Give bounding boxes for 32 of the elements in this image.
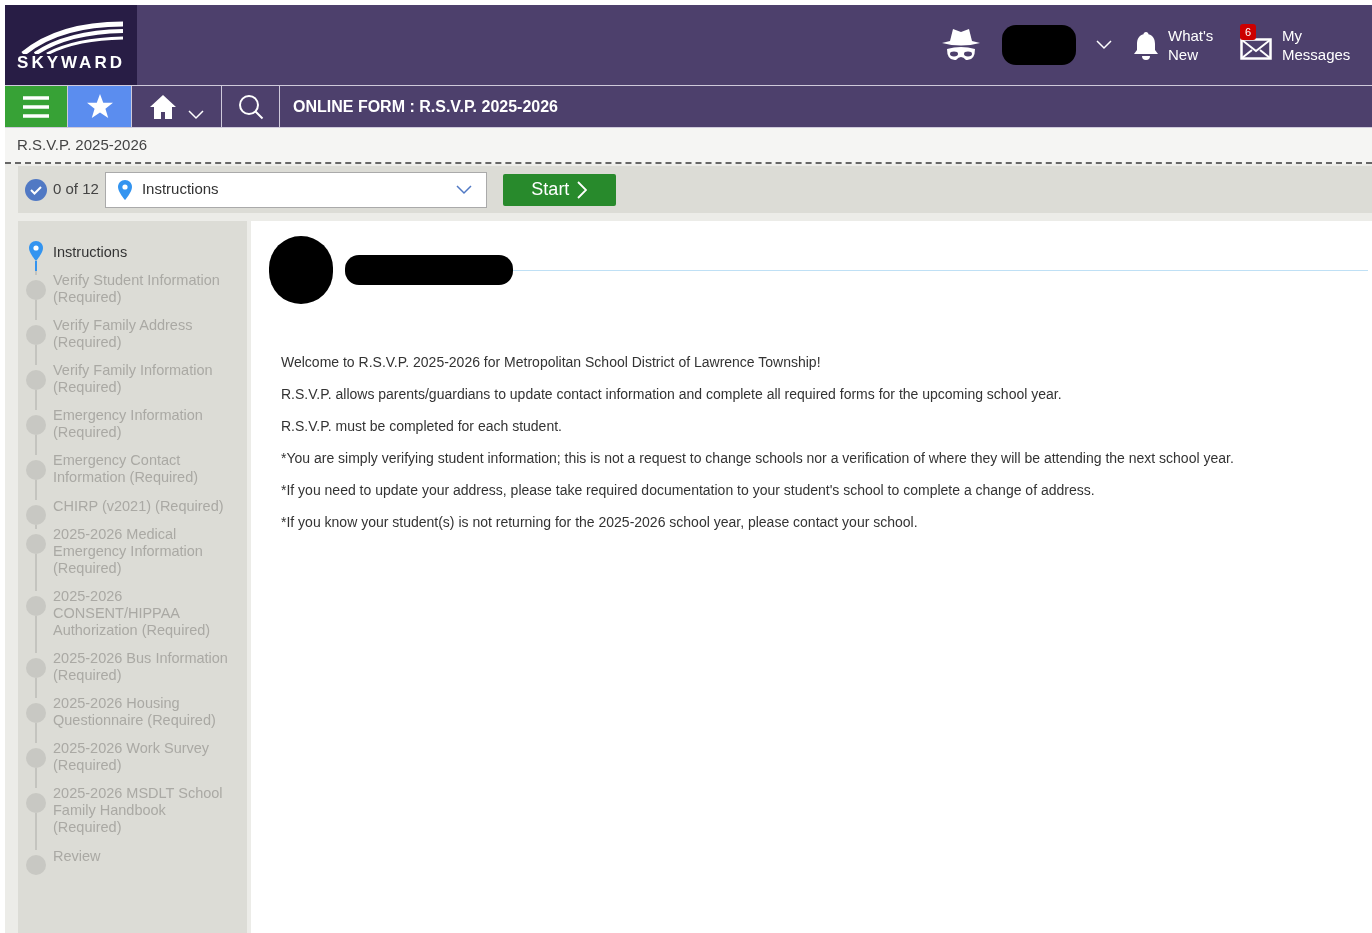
bell-icon[interactable] bbox=[1132, 30, 1160, 60]
chevron-down-icon[interactable] bbox=[1096, 40, 1112, 50]
location-pin-icon bbox=[117, 179, 132, 200]
home-icon bbox=[149, 93, 176, 120]
chevron-down-icon bbox=[187, 109, 204, 120]
paragraph: *If you know your student(s) is not returning for the 2025-2026 school year, please contact your school. bbox=[281, 513, 919, 532]
favorites-button[interactable] bbox=[68, 86, 132, 127]
start-button[interactable]: Start bbox=[502, 173, 616, 206]
paragraph: *If you need to update your address, please take required documentation to your student's school to complete a change of address. bbox=[281, 481, 1096, 500]
check-circle-icon bbox=[25, 178, 47, 201]
envelope-icon[interactable] bbox=[1240, 38, 1272, 60]
page-title: ONLINE FORM : R.S.V.P. 2025-2026 bbox=[292, 96, 558, 117]
whats-new-link[interactable]: What's New bbox=[1168, 26, 1220, 64]
progress-count: 0 of 12 bbox=[53, 179, 99, 200]
step-select[interactable]: Instructions bbox=[104, 171, 487, 208]
logo[interactable]: SKYWARD bbox=[5, 5, 137, 85]
breadcrumb: R.S.V.P. 2025-2026 bbox=[17, 134, 148, 155]
paragraph: R.S.V.P. allows parents/guardians to update contact information and complete all required forms for the upcoming school year. bbox=[281, 385, 1063, 404]
unread-count-badge: 6 bbox=[1240, 24, 1257, 40]
logo-arcs-icon bbox=[19, 19, 123, 54]
chevron-right-icon bbox=[577, 180, 588, 199]
chevron-down-icon bbox=[455, 184, 472, 195]
star-icon bbox=[86, 94, 113, 119]
menu-button[interactable] bbox=[5, 86, 68, 127]
paragraph: Welcome to R.S.V.P. 2025-2026 for Metropolitan School District of Lawrence Township! bbox=[281, 353, 822, 372]
paragraph: R.S.V.P. must be completed for each student. bbox=[281, 417, 563, 436]
search-icon bbox=[237, 93, 264, 120]
menu-icon bbox=[23, 95, 49, 118]
redaction-mark bbox=[269, 236, 333, 304]
my-messages-link[interactable]: My Messages bbox=[1282, 26, 1356, 64]
paragraph: *You are simply verifying student information; this is not a request to change schools nor a verification of where they will be attending the next school year. bbox=[281, 449, 1235, 468]
step-link[interactable]: Instructions bbox=[53, 244, 233, 261]
